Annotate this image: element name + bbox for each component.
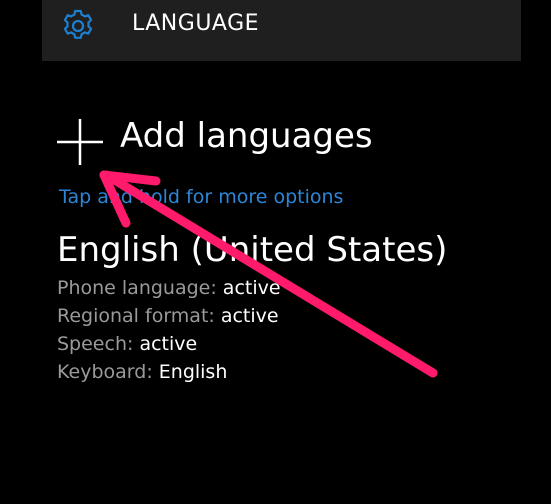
detail-value: active — [220, 305, 279, 327]
detail-key: Speech: — [57, 333, 140, 355]
app-header: LANGUAGE — [42, 0, 521, 61]
page-title: LANGUAGE — [132, 11, 260, 36]
detail-regional-format: Regional format: active — [57, 302, 457, 330]
hint-text: Tap and hold for more options — [59, 186, 344, 208]
detail-key: Phone language: — [57, 277, 223, 299]
screen: LANGUAGE Add languages Tap and hold for … — [0, 0, 551, 504]
plus-icon — [57, 119, 103, 165]
add-languages-label: Add languages — [120, 116, 373, 156]
language-name: English (United States) — [57, 230, 448, 270]
detail-speech: Speech: active — [57, 330, 457, 358]
detail-key: Regional format: — [57, 305, 221, 327]
detail-keyboard: Keyboard: English — [57, 358, 457, 386]
gear-icon[interactable] — [60, 8, 96, 44]
detail-value: active — [139, 333, 198, 355]
add-languages-button[interactable]: Add languages — [57, 114, 397, 168]
detail-value: English — [158, 361, 228, 383]
detail-phone-language: Phone language: active — [57, 274, 457, 302]
language-item-english-us[interactable]: English (United States) Phone language: … — [57, 226, 457, 386]
detail-value: active — [222, 277, 281, 299]
detail-key: Keyboard: — [57, 361, 159, 383]
